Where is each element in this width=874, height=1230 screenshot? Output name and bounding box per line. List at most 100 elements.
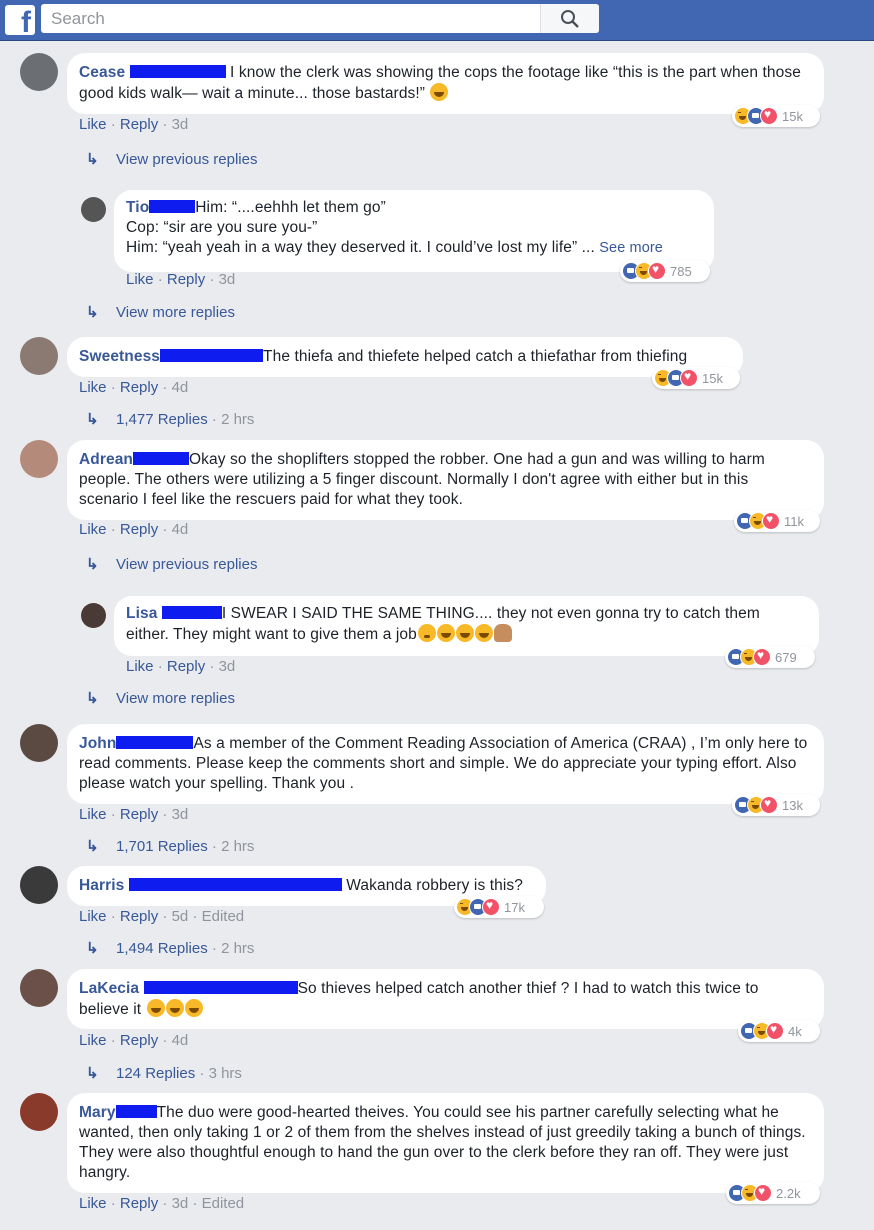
reactions-summary[interactable]: 4k — [738, 1020, 820, 1042]
author-name[interactable]: Mary — [79, 1104, 116, 1121]
flushed-emoji-icon — [417, 624, 436, 642]
avatar[interactable] — [20, 724, 58, 762]
author-name[interactable]: Cease — [79, 64, 125, 81]
comment-actions: Like · Reply · 3d — [126, 271, 235, 288]
separator: · — [211, 940, 217, 957]
reply-arrow-icon: ↳ — [86, 940, 99, 957]
view-previous-replies-link[interactable]: ↳ View previous replies — [86, 555, 257, 573]
separator: · — [211, 838, 217, 855]
view-more-replies-link[interactable]: ↳ View more replies — [86, 303, 235, 321]
comment-bubble: Tio Him: “....eehhh let them go” Cop: “si… — [114, 190, 714, 272]
reply-link[interactable]: Reply — [120, 116, 158, 133]
love-icon — [766, 1022, 784, 1040]
timestamp[interactable]: 3d — [219, 271, 236, 288]
see-more-link[interactable]: See more — [599, 240, 663, 256]
love-icon — [680, 369, 698, 387]
like-link[interactable]: Like — [79, 379, 107, 396]
like-link[interactable]: Like — [126, 271, 154, 288]
reply-link[interactable]: Reply — [120, 908, 158, 925]
avatar[interactable] — [20, 969, 58, 1007]
reply-link[interactable]: Reply — [120, 1195, 158, 1212]
comment-bubble: Cease I know the clerk was showing the c… — [67, 53, 824, 114]
reactions-summary[interactable]: 785 — [620, 260, 710, 282]
comment-bubble: John As a member of the Comment Reading A… — [67, 724, 824, 804]
reply-arrow-icon: ↳ — [86, 304, 99, 321]
name-redaction — [143, 981, 298, 994]
timestamp[interactable]: 3d — [172, 1195, 189, 1212]
love-icon — [760, 107, 778, 125]
reactions-summary[interactable]: 17k — [454, 896, 544, 918]
reply-link[interactable]: Reply — [120, 806, 158, 823]
search-input[interactable] — [41, 4, 541, 33]
author-name[interactable]: Adrean — [79, 451, 133, 468]
like-link[interactable]: Like — [79, 521, 107, 538]
timestamp[interactable]: 4d — [172, 521, 189, 538]
comment-actions: Like · Reply · 3d — [126, 658, 235, 675]
top-navigation-bar: f — [0, 0, 874, 41]
facebook-logo-icon[interactable]: f — [5, 5, 35, 39]
reactions-summary[interactable]: 13k — [732, 794, 820, 816]
replies-link[interactable]: ↳ 1,494 Replies · 2 hrs — [86, 939, 254, 957]
avatar[interactable] — [81, 197, 106, 222]
timestamp[interactable]: 5d — [172, 908, 189, 925]
timestamp[interactable]: 4d — [172, 1032, 189, 1049]
author-name[interactable]: Sweetness — [79, 348, 160, 365]
name-redaction — [129, 65, 226, 78]
reply-arrow-icon: ↳ — [86, 690, 99, 707]
search-button[interactable] — [540, 4, 599, 33]
like-link[interactable]: Like — [79, 1195, 107, 1212]
author-name[interactable]: Lisa — [126, 605, 157, 622]
like-link[interactable]: Like — [79, 116, 107, 133]
avatar[interactable] — [20, 1093, 58, 1131]
reactions-summary[interactable]: 679 — [725, 646, 815, 668]
reply-count: 124 Replies — [116, 1065, 196, 1082]
link-label: View previous replies — [116, 556, 258, 573]
timestamp[interactable]: 3d — [172, 806, 189, 823]
reply-arrow-icon: ↳ — [86, 1065, 99, 1082]
timestamp[interactable]: 4d — [172, 379, 189, 396]
reply-link[interactable]: Reply — [120, 1032, 158, 1049]
comment-actions: Like · Reply · 4d — [79, 379, 188, 396]
replies-link[interactable]: ↳ 124 Replies · 3 hrs — [86, 1064, 242, 1082]
comment-bubble: Sweetness The thiefa and thiefete helped … — [67, 337, 743, 377]
logo-letter: f — [21, 6, 31, 39]
reply-link[interactable]: Reply — [120, 521, 158, 538]
avatar[interactable] — [81, 603, 106, 628]
like-link[interactable]: Like — [126, 658, 154, 675]
avatar[interactable] — [20, 53, 58, 91]
reply-link[interactable]: Reply — [167, 271, 205, 288]
link-label: View more replies — [116, 304, 235, 321]
avatar[interactable] — [20, 337, 58, 375]
reply-link[interactable]: Reply — [120, 379, 158, 396]
search-box — [41, 4, 599, 33]
like-link[interactable]: Like — [79, 1032, 107, 1049]
timestamp[interactable]: 3d — [172, 116, 189, 133]
reaction-count: 15k — [702, 370, 723, 386]
view-previous-replies-link[interactable]: ↳ View previous replies — [86, 150, 257, 168]
view-more-replies-link[interactable]: ↳ View more replies — [86, 689, 235, 707]
reply-link[interactable]: Reply — [167, 658, 205, 675]
reactions-summary[interactable]: 15k — [732, 105, 820, 127]
comment-bubble: Lisa I SWEAR I SAID THE SAME THING.... t… — [114, 596, 819, 656]
name-redaction — [115, 1105, 157, 1118]
comment-actions: Like · Reply · 3d — [79, 116, 188, 133]
avatar[interactable] — [20, 440, 58, 478]
like-link[interactable]: Like — [79, 806, 107, 823]
separator: · — [110, 521, 116, 538]
avatar[interactable] — [20, 866, 58, 904]
author-name[interactable]: Harris — [79, 877, 124, 894]
replies-link[interactable]: ↳ 1,477 Replies · 2 hrs — [86, 410, 254, 428]
love-icon — [482, 898, 500, 916]
reactions-summary[interactable]: 11k — [734, 510, 820, 532]
reactions-summary[interactable]: 15k — [652, 367, 740, 389]
timestamp[interactable]: 3d — [219, 658, 236, 675]
separator: · — [110, 806, 116, 823]
author-name[interactable]: John — [79, 735, 116, 752]
separator: · — [192, 908, 198, 925]
replies-timestamp: 2 hrs — [221, 940, 255, 957]
like-link[interactable]: Like — [79, 908, 107, 925]
reactions-summary[interactable]: 2.2k — [726, 1182, 820, 1204]
author-name[interactable]: LaKecia — [79, 980, 139, 997]
replies-link[interactable]: ↳ 1,701 Replies · 2 hrs — [86, 837, 254, 855]
author-name[interactable]: Tio — [126, 199, 149, 216]
